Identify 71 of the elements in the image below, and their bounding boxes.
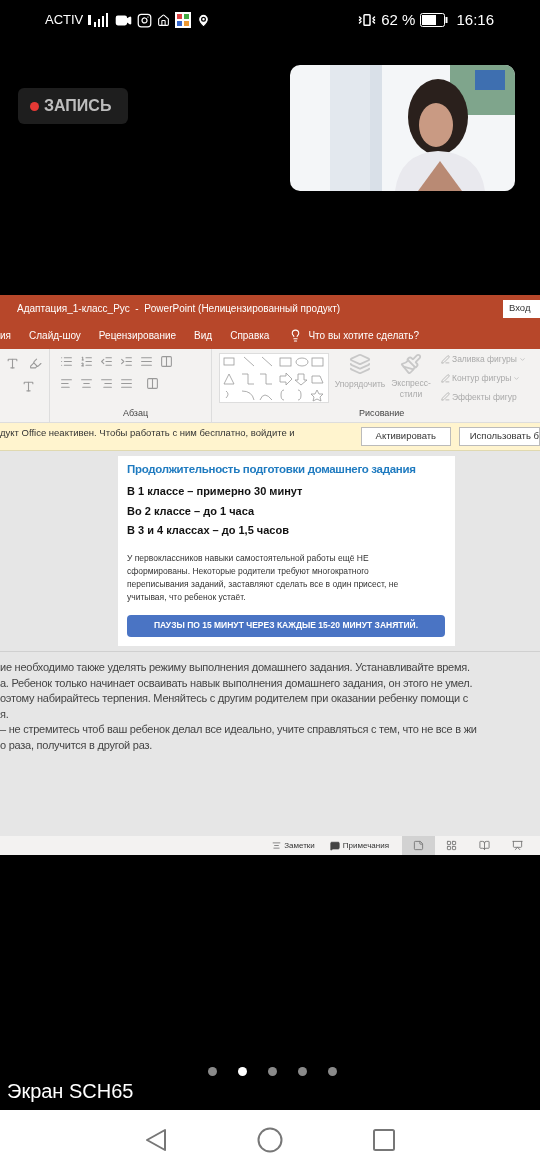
location-icon [196, 12, 212, 28]
home-button-icon[interactable] [257, 1127, 283, 1153]
slide-paragraph: У первоклассников навыки самостоятельной работы ещё НЕ сформированы. Некоторые родители требуют многократного переписывания заданий, заставляют сделать все в один присест, не учитывая, что ребенок устаёт. [127, 551, 400, 604]
notes-line: а. Ребенок только начинает осваивать навык выполнения домашнего задания, он этого не умел. [0, 675, 474, 691]
ribbon-tab[interactable]: Слайд-шоу [29, 328, 81, 343]
caret-icon [513, 374, 521, 382]
notes-icon [272, 841, 282, 850]
slide-title: Продолжительность подготовки домашнего задания [127, 462, 417, 477]
group-label: Рисование [359, 406, 406, 420]
line-spacing-icon[interactable] [140, 355, 153, 368]
bullet-list-icon[interactable] [60, 355, 73, 368]
align-left-icon[interactable] [60, 377, 73, 390]
battery-percent: 62 % [381, 9, 416, 30]
home-icon [157, 13, 171, 27]
activate-button[interactable]: Активировать [360, 427, 451, 446]
indent-icon[interactable] [120, 355, 133, 368]
slide-bullet: Во 2 классе – до 1 часа [127, 503, 256, 519]
book-view-icon [479, 840, 490, 851]
battery-icon [420, 13, 449, 27]
slide-bullet: В 1 классе – примерно 30 минут [127, 484, 304, 500]
shape-command-icon [441, 354, 450, 364]
camera-app-icon [137, 12, 153, 28]
vibrate-icon [358, 11, 377, 29]
group-label: Абзац [122, 406, 149, 420]
shape-command-icon [441, 373, 450, 383]
ribbon-tab[interactable]: Справка [230, 328, 270, 343]
carrier-label: ACTIV [45, 11, 84, 30]
presentation-icon [512, 840, 523, 851]
notification-message: дукт Office неактивен. Чтобы работать с ним бесплатно, войдите и [0, 426, 296, 440]
align-right-icon[interactable] [100, 377, 113, 390]
use-button[interactable]: Использовать б [458, 427, 540, 446]
numbered-list-icon[interactable] [80, 355, 93, 368]
view-button[interactable] [402, 836, 435, 855]
grid-view-icon [446, 840, 457, 851]
notes-line: о раза, получится в другой раз. [0, 737, 153, 753]
text-direction-icon[interactable] [160, 355, 173, 368]
ribbon-tab[interactable]: ия [0, 328, 11, 343]
caret-icon [518, 355, 526, 363]
comments-button[interactable]: Примечания [342, 839, 389, 852]
shape-command-icon [441, 392, 450, 402]
clock: 16:16 [456, 9, 494, 30]
sign-in-button[interactable]: Вход [503, 299, 540, 318]
columns-icon[interactable] [146, 377, 159, 390]
notes-line: я. [0, 706, 10, 722]
tell-me-field[interactable]: Что вы хотите сделать? [308, 328, 419, 343]
signal-icon [88, 13, 111, 27]
notes-line: – не стремитесь чтоб ваш ребенок делал все идеально, учите справляться с тем, что не все в жи [0, 722, 478, 737]
notes-line: оэтому набирайтесь терпения. Меняйтесь с другим родителем при оказании ребенку помощи с [0, 691, 469, 706]
recording-label: ЗАПИСЬ [44, 96, 112, 116]
app-grid-icon [175, 12, 192, 28]
normal-view-icon [413, 840, 424, 851]
window-title: Адаптация_1-класс_Рус - PowerPoint (Нелицензированный продукт) [17, 302, 341, 316]
align-center-icon[interactable] [80, 377, 93, 390]
highlighter-icon[interactable] [29, 357, 42, 370]
comment-icon [329, 840, 340, 851]
recent-apps-icon[interactable] [373, 1129, 395, 1151]
slide-bullet: В 3 и 4 классах – до 1,5 часов [127, 523, 290, 539]
notes-button[interactable]: Заметки [284, 839, 315, 852]
outdent-icon[interactable] [100, 355, 113, 368]
back-icon[interactable] [145, 1128, 167, 1152]
notes-line: ие необходимо также уделять режиму выполнения домашнего задания. Устанавливайте время. [0, 660, 471, 675]
quick-styles-icon [400, 353, 422, 375]
slide-banner: ПАУЗЫ ПО 15 МИНУТ ЧЕРЕЗ КАЖДЫЕ 15-20 МИНУТ ЗАНЯТИЙ. [127, 614, 445, 637]
ribbon-tab[interactable]: Вид [194, 328, 213, 343]
ribbon-tab[interactable]: Рецензирование [98, 328, 177, 343]
justify-icon[interactable] [120, 377, 133, 390]
font-size-icon[interactable] [6, 357, 19, 370]
arrange-icon [349, 353, 371, 375]
font-color-icon[interactable] [22, 380, 35, 393]
screen-label: Экран SCH65 [7, 1079, 135, 1103]
shapes-gallery[interactable] [219, 353, 329, 403]
